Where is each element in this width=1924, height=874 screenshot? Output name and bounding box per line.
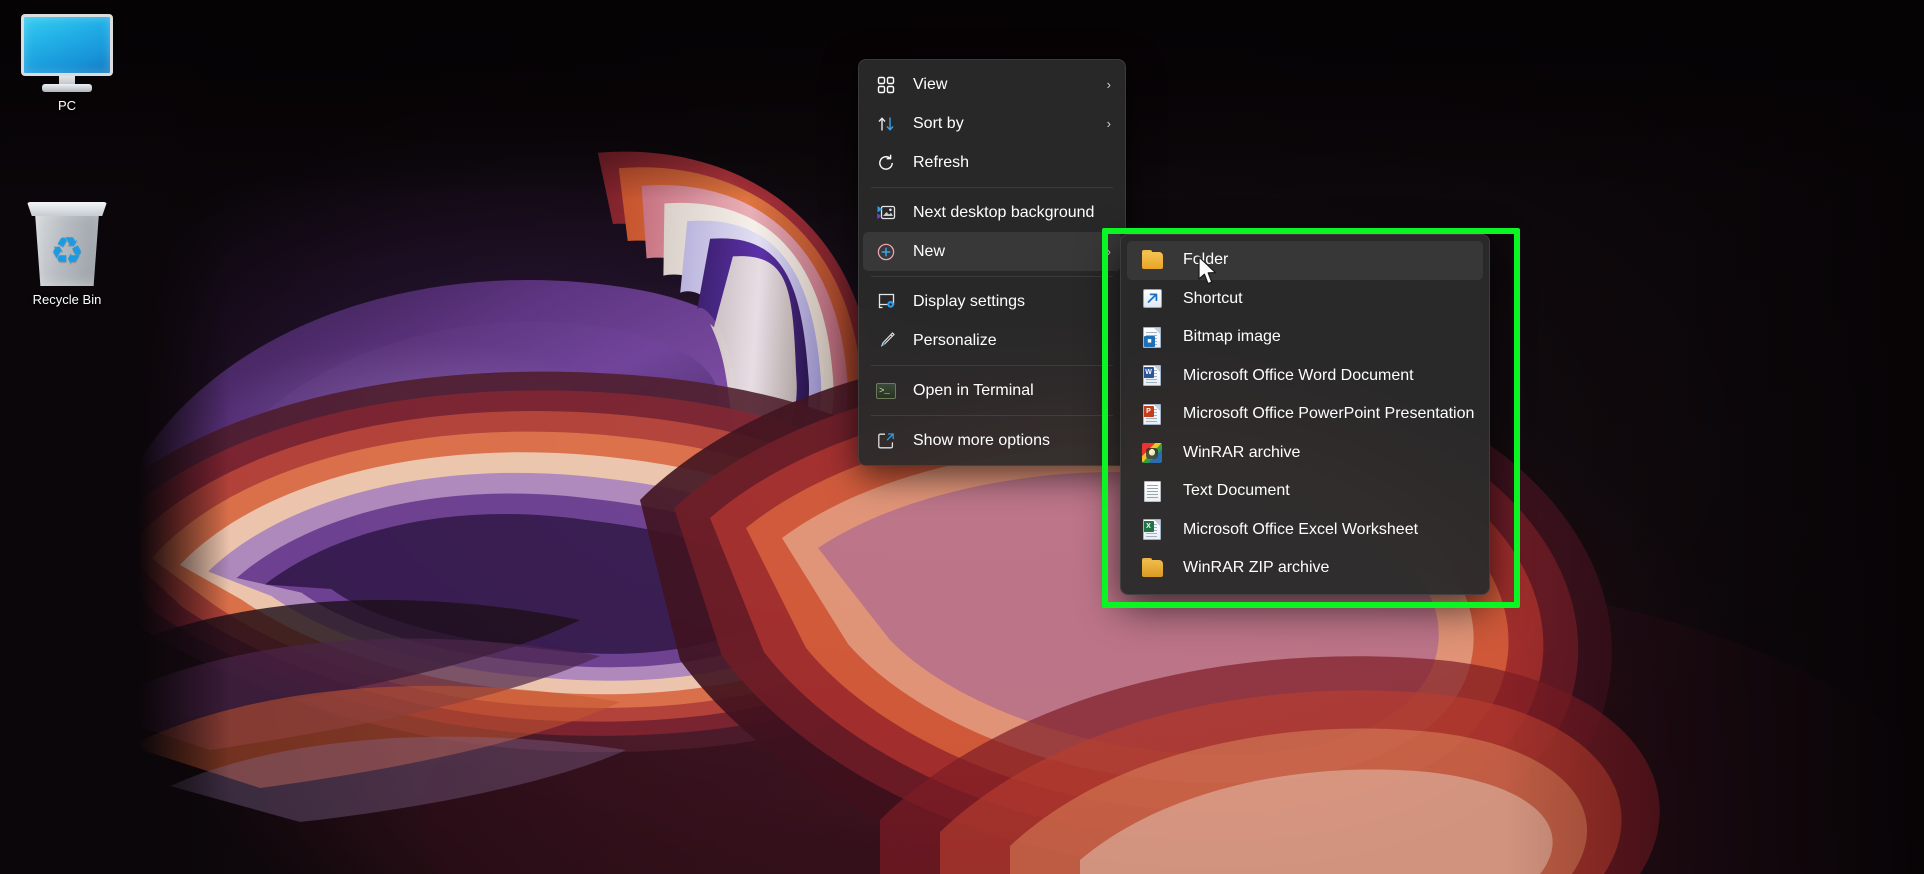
chevron-right-icon: ›	[1106, 244, 1111, 259]
display-settings-icon	[875, 291, 897, 313]
context-menu-item-show-more-options-label: Show more options	[913, 431, 1050, 449]
sort-arrows-icon	[875, 113, 897, 135]
new-plus-icon	[875, 241, 897, 263]
new-submenu-item-shortcut-label: Shortcut	[1183, 289, 1243, 307]
word-document-icon: W	[1141, 365, 1163, 387]
desktop-icon-recycle-bin[interactable]: ♻ Recycle Bin	[12, 198, 122, 308]
context-menu-item-sort-by[interactable]: Sort by ›	[863, 104, 1121, 143]
chevron-right-icon: ›	[1106, 116, 1111, 131]
folder-icon	[1141, 249, 1163, 271]
next-background-icon	[875, 202, 897, 224]
new-submenu-item-text-document-label: Text Document	[1183, 482, 1290, 500]
terminal-icon: >_	[875, 380, 897, 402]
shortcut-icon	[1141, 288, 1163, 310]
bitmap-image-icon: ■	[1141, 326, 1163, 348]
refresh-icon	[875, 152, 897, 174]
new-submenu-item-text-document[interactable]: Text Document	[1127, 472, 1483, 511]
new-submenu-item-folder[interactable]: Folder	[1127, 241, 1483, 280]
desktop-icon-recycle-bin-label: Recycle Bin	[32, 292, 102, 307]
new-submenu-item-powerpoint-presentation-label: Microsoft Office PowerPoint Presentation	[1183, 405, 1475, 423]
excel-icon: X	[1141, 519, 1163, 541]
new-submenu-item-word-document[interactable]: W Microsoft Office Word Document	[1127, 357, 1483, 396]
context-menu-item-personalize-label: Personalize	[913, 331, 997, 349]
monitor-icon	[19, 14, 115, 92]
new-submenu-item-excel-worksheet-label: Microsoft Office Excel Worksheet	[1183, 520, 1419, 538]
new-submenu-item-shortcut[interactable]: Shortcut	[1127, 280, 1483, 319]
context-menu-separator	[871, 365, 1113, 366]
winrar-zip-icon	[1141, 557, 1163, 579]
context-menu-item-display-settings-label: Display settings	[913, 292, 1026, 310]
winrar-icon	[1141, 442, 1163, 464]
new-submenu-item-winrar-zip-archive-label: WinRAR ZIP archive	[1183, 559, 1330, 577]
context-menu-separator	[871, 187, 1113, 188]
context-menu-item-next-desktop-background-label: Next desktop background	[913, 203, 1095, 221]
context-menu-item-personalize[interactable]: Personalize	[863, 321, 1121, 360]
context-menu-item-refresh[interactable]: Refresh	[863, 143, 1121, 182]
context-menu-item-refresh-label: Refresh	[913, 153, 970, 171]
new-submenu-item-word-document-label: Microsoft Office Word Document	[1183, 366, 1414, 384]
grid-view-icon	[875, 74, 897, 96]
context-menu-separator	[871, 276, 1113, 277]
new-submenu-item-powerpoint-presentation[interactable]: P Microsoft Office PowerPoint Presentati…	[1127, 395, 1483, 434]
new-submenu[interactable]: Folder Shortcut ■ Bitmap image W Microso…	[1120, 234, 1490, 595]
desktop-context-menu[interactable]: View › Sort by › Refresh Next desktop ba…	[858, 59, 1126, 466]
new-submenu-item-folder-label: Folder	[1183, 251, 1229, 269]
context-menu-item-show-more-options[interactable]: Show more options	[863, 421, 1121, 460]
chevron-right-icon: ›	[1106, 77, 1111, 92]
text-document-icon	[1141, 480, 1163, 502]
new-submenu-item-bitmap-image[interactable]: ■ Bitmap image	[1127, 318, 1483, 357]
powerpoint-icon: P	[1141, 403, 1163, 425]
context-menu-item-next-desktop-background[interactable]: Next desktop background	[863, 193, 1121, 232]
desktop[interactable]: PC ♻ Recycle Bin View › Sort by › Refres…	[0, 0, 1924, 874]
personalize-brush-icon	[875, 330, 897, 352]
new-submenu-item-bitmap-image-label: Bitmap image	[1183, 328, 1281, 346]
new-submenu-item-winrar-archive[interactable]: WinRAR archive	[1127, 434, 1483, 473]
context-menu-separator	[871, 415, 1113, 416]
desktop-icon-pc[interactable]: PC	[12, 14, 122, 114]
context-menu-item-new[interactable]: New ›	[863, 232, 1121, 271]
new-submenu-item-winrar-archive-label: WinRAR archive	[1183, 443, 1301, 461]
context-menu-item-open-in-terminal-label: Open in Terminal	[913, 381, 1034, 399]
context-menu-item-open-in-terminal[interactable]: >_ Open in Terminal	[863, 371, 1121, 410]
desktop-icon-pc-label: PC	[57, 98, 77, 113]
show-more-options-icon	[875, 430, 897, 452]
new-submenu-item-excel-worksheet[interactable]: X Microsoft Office Excel Worksheet	[1127, 511, 1483, 550]
context-menu-item-view-label: View	[913, 75, 948, 93]
recycle-bin-icon: ♻	[26, 198, 108, 286]
context-menu-item-new-label: New	[913, 242, 946, 260]
context-menu-item-view[interactable]: View ›	[863, 65, 1121, 104]
context-menu-item-sort-by-label: Sort by	[913, 114, 964, 132]
context-menu-item-display-settings[interactable]: Display settings	[863, 282, 1121, 321]
new-submenu-item-winrar-zip-archive[interactable]: WinRAR ZIP archive	[1127, 549, 1483, 588]
